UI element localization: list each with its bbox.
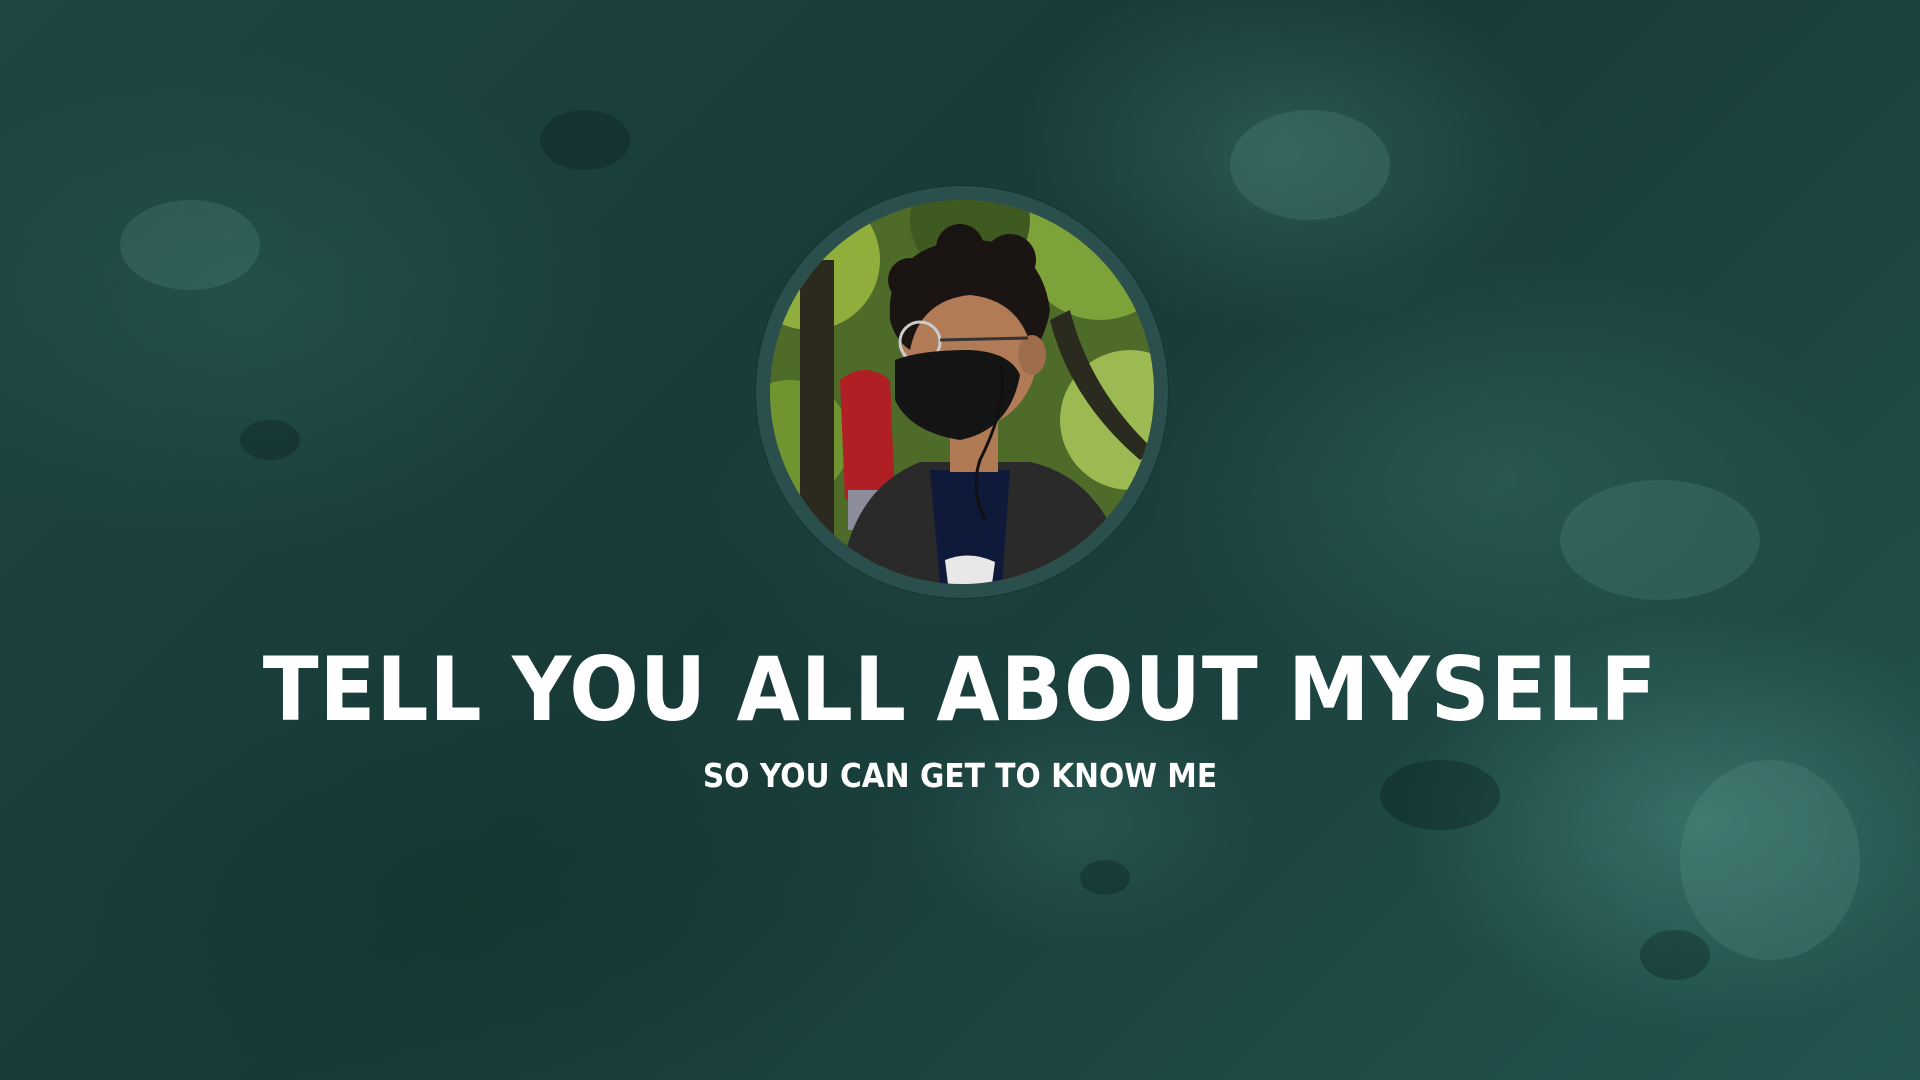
- avatar-frame: [756, 186, 1168, 598]
- avatar: [770, 200, 1154, 584]
- profile-photo-icon: [770, 200, 1154, 584]
- page-title: TELL YOU ALL ABOUT MYSELF: [262, 638, 1658, 741]
- page-subtitle: SO YOU CAN GET TO KNOW ME: [702, 756, 1218, 795]
